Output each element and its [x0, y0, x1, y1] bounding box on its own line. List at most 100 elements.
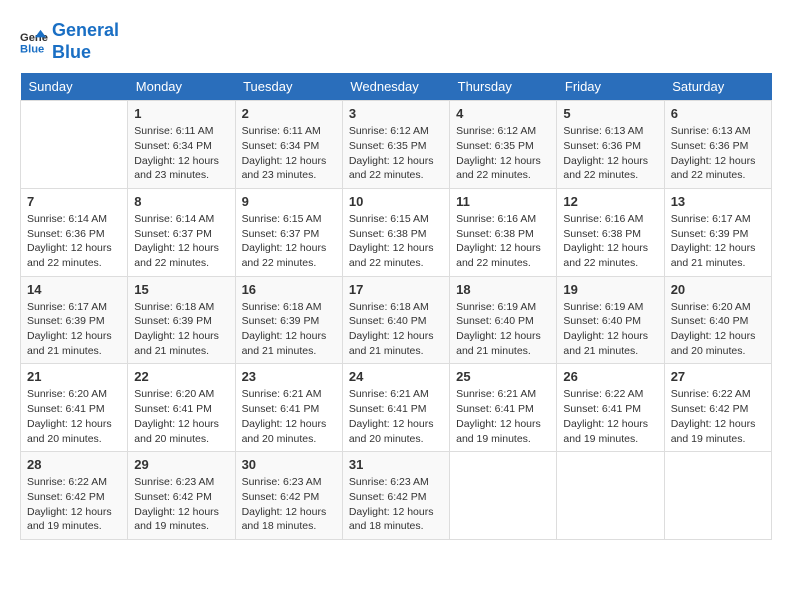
day-number: 17	[349, 282, 443, 297]
day-header-monday: Monday	[128, 73, 235, 101]
day-number: 19	[563, 282, 657, 297]
day-number: 18	[456, 282, 550, 297]
day-number: 24	[349, 369, 443, 384]
day-number: 15	[134, 282, 228, 297]
day-info: Sunrise: 6:17 AM Sunset: 6:39 PM Dayligh…	[671, 212, 765, 271]
calendar-cell: 13 Sunrise: 6:17 AM Sunset: 6:39 PM Dayli…	[664, 188, 771, 276]
day-number: 5	[563, 106, 657, 121]
logo-line2: Blue	[52, 42, 119, 64]
week-row-4: 28 Sunrise: 6:22 AM Sunset: 6:42 PM Dayli…	[21, 452, 772, 540]
calendar-cell: 26Sunrise: 6:22 AM Sunset: 6:41 PM Dayli…	[557, 364, 664, 452]
day-number: 12	[563, 194, 657, 209]
calendar-cell: 5 Sunrise: 6:13 AM Sunset: 6:36 PM Daylig…	[557, 101, 664, 189]
calendar-cell: 16 Sunrise: 6:18 AM Sunset: 6:39 PM Dayli…	[235, 276, 342, 364]
calendar-cell: 24 Sunrise: 6:21 AM Sunset: 6:41 PM Dayli…	[342, 364, 449, 452]
day-number: 11	[456, 194, 550, 209]
day-info: Sunrise: 6:16 AM Sunset: 6:38 PM Dayligh…	[563, 212, 657, 271]
day-info: Sunrise: 6:12 AM Sunset: 6:35 PM Dayligh…	[349, 124, 443, 183]
day-info: Sunrise: 6:15 AM Sunset: 6:38 PM Dayligh…	[349, 212, 443, 271]
calendar-cell	[557, 452, 664, 540]
day-info: Sunrise: 6:19 AM Sunset: 6:40 PM Dayligh…	[456, 300, 550, 359]
day-info: Sunrise: 6:13 AM Sunset: 6:36 PM Dayligh…	[563, 124, 657, 183]
calendar-cell: 19 Sunrise: 6:19 AM Sunset: 6:40 PM Dayli…	[557, 276, 664, 364]
day-number: 7	[27, 194, 121, 209]
calendar-cell: 15 Sunrise: 6:18 AM Sunset: 6:39 PM Dayli…	[128, 276, 235, 364]
day-info: Sunrise: 6:11 AM Sunset: 6:34 PM Dayligh…	[134, 124, 228, 183]
day-info: Sunrise: 6:14 AM Sunset: 6:36 PM Dayligh…	[27, 212, 121, 271]
day-header-sunday: Sunday	[21, 73, 128, 101]
day-header-thursday: Thursday	[450, 73, 557, 101]
day-header-friday: Friday	[557, 73, 664, 101]
day-info: Sunrise: 6:18 AM Sunset: 6:40 PM Dayligh…	[349, 300, 443, 359]
calendar-cell: 9 Sunrise: 6:15 AM Sunset: 6:37 PM Daylig…	[235, 188, 342, 276]
calendar-cell: 30 Sunrise: 6:23 AM Sunset: 6:42 PM Dayli…	[235, 452, 342, 540]
day-info: Sunrise: 6:20 AM Sunset: 6:40 PM Dayligh…	[671, 300, 765, 359]
calendar-cell: 20 Sunrise: 6:20 AM Sunset: 6:40 PM Dayli…	[664, 276, 771, 364]
day-number: 22	[134, 369, 228, 384]
day-number: 21	[27, 369, 121, 384]
day-info: Sunrise: 6:14 AM Sunset: 6:37 PM Dayligh…	[134, 212, 228, 271]
day-number: 1	[134, 106, 228, 121]
day-info: Sunrise: 6:16 AM Sunset: 6:38 PM Dayligh…	[456, 212, 550, 271]
calendar-cell: 2 Sunrise: 6:11 AM Sunset: 6:34 PM Daylig…	[235, 101, 342, 189]
day-info: Sunrise: 6:20 AM Sunset: 6:41 PM Dayligh…	[134, 387, 228, 446]
day-info: Sunrise: 6:23 AM Sunset: 6:42 PM Dayligh…	[242, 475, 336, 534]
week-row-3: 21 Sunrise: 6:20 AM Sunset: 6:41 PM Dayli…	[21, 364, 772, 452]
day-info: Sunrise: 6:15 AM Sunset: 6:37 PM Dayligh…	[242, 212, 336, 271]
day-info: Sunrise: 6:22 AM Sunset: 6:42 PM Dayligh…	[27, 475, 121, 534]
day-header-saturday: Saturday	[664, 73, 771, 101]
calendar-cell: 7 Sunrise: 6:14 AM Sunset: 6:36 PM Daylig…	[21, 188, 128, 276]
logo-line1: General	[52, 20, 119, 42]
day-info: Sunrise: 6:19 AM Sunset: 6:40 PM Dayligh…	[563, 300, 657, 359]
calendar-cell: 31 Sunrise: 6:23 AM Sunset: 6:42 PM Dayli…	[342, 452, 449, 540]
svg-text:General: General	[20, 32, 48, 44]
calendar-cell: 28 Sunrise: 6:22 AM Sunset: 6:42 PM Dayli…	[21, 452, 128, 540]
calendar-cell: 27Sunrise: 6:22 AM Sunset: 6:42 PM Dayli…	[664, 364, 771, 452]
day-info: Sunrise: 6:17 AM Sunset: 6:39 PM Dayligh…	[27, 300, 121, 359]
day-number: 4	[456, 106, 550, 121]
calendar-cell: 4Sunrise: 6:12 AM Sunset: 6:35 PM Daylig…	[450, 101, 557, 189]
day-info: Sunrise: 6:21 AM Sunset: 6:41 PM Dayligh…	[349, 387, 443, 446]
day-info: Sunrise: 6:23 AM Sunset: 6:42 PM Dayligh…	[349, 475, 443, 534]
calendar-cell	[664, 452, 771, 540]
day-number: 14	[27, 282, 121, 297]
day-info: Sunrise: 6:23 AM Sunset: 6:42 PM Dayligh…	[134, 475, 228, 534]
day-number: 25	[456, 369, 550, 384]
day-number: 27	[671, 369, 765, 384]
day-number: 26	[563, 369, 657, 384]
calendar-cell: 3 Sunrise: 6:12 AM Sunset: 6:35 PM Daylig…	[342, 101, 449, 189]
day-number: 23	[242, 369, 336, 384]
page-header: General Blue General Blue	[20, 20, 772, 63]
week-row-1: 7 Sunrise: 6:14 AM Sunset: 6:36 PM Daylig…	[21, 188, 772, 276]
calendar-cell: 25Sunrise: 6:21 AM Sunset: 6:41 PM Dayli…	[450, 364, 557, 452]
day-info: Sunrise: 6:18 AM Sunset: 6:39 PM Dayligh…	[242, 300, 336, 359]
day-info: Sunrise: 6:11 AM Sunset: 6:34 PM Dayligh…	[242, 124, 336, 183]
day-number: 6	[671, 106, 765, 121]
day-info: Sunrise: 6:20 AM Sunset: 6:41 PM Dayligh…	[27, 387, 121, 446]
calendar-cell	[450, 452, 557, 540]
day-header-tuesday: Tuesday	[235, 73, 342, 101]
day-number: 13	[671, 194, 765, 209]
day-number: 9	[242, 194, 336, 209]
day-number: 30	[242, 457, 336, 472]
calendar-table: SundayMondayTuesdayWednesdayThursdayFrid…	[20, 73, 772, 540]
day-number: 28	[27, 457, 121, 472]
calendar-cell: 12 Sunrise: 6:16 AM Sunset: 6:38 PM Dayli…	[557, 188, 664, 276]
calendar-cell: 11 Sunrise: 6:16 AM Sunset: 6:38 PM Dayli…	[450, 188, 557, 276]
calendar-cell: 17 Sunrise: 6:18 AM Sunset: 6:40 PM Dayli…	[342, 276, 449, 364]
logo: General Blue General Blue	[20, 20, 119, 63]
calendar-cell: 10Sunrise: 6:15 AM Sunset: 6:38 PM Dayli…	[342, 188, 449, 276]
day-number: 31	[349, 457, 443, 472]
week-row-2: 14 Sunrise: 6:17 AM Sunset: 6:39 PM Dayli…	[21, 276, 772, 364]
day-number: 3	[349, 106, 443, 121]
day-number: 20	[671, 282, 765, 297]
calendar-cell: 29Sunrise: 6:23 AM Sunset: 6:42 PM Dayli…	[128, 452, 235, 540]
calendar-cell: 18 Sunrise: 6:19 AM Sunset: 6:40 PM Dayli…	[450, 276, 557, 364]
day-info: Sunrise: 6:18 AM Sunset: 6:39 PM Dayligh…	[134, 300, 228, 359]
calendar-cell: 23Sunrise: 6:21 AM Sunset: 6:41 PM Dayli…	[235, 364, 342, 452]
day-number: 2	[242, 106, 336, 121]
day-number: 16	[242, 282, 336, 297]
svg-text:Blue: Blue	[20, 43, 44, 55]
calendar-cell: 6Sunrise: 6:13 AM Sunset: 6:36 PM Daylig…	[664, 101, 771, 189]
calendar-cell	[21, 101, 128, 189]
